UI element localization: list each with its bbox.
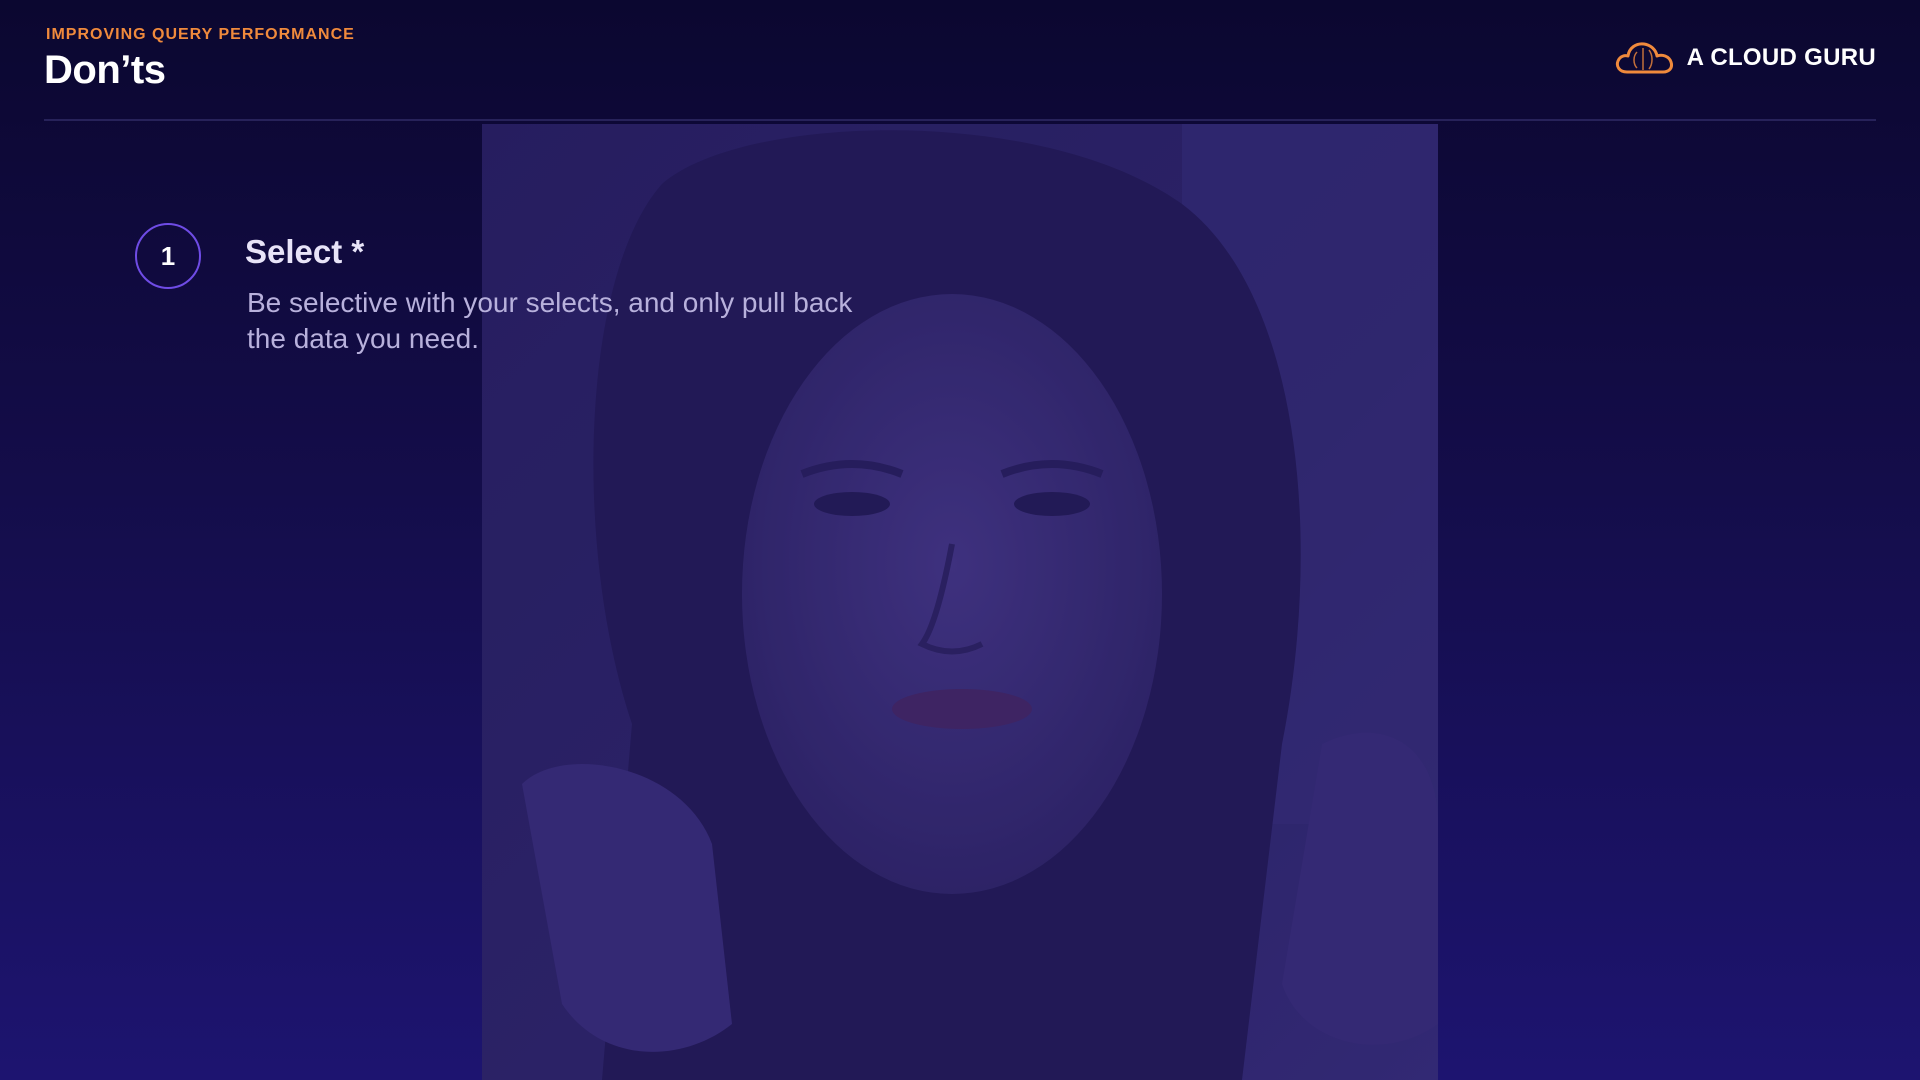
page-title: Don’ts (44, 48, 166, 92)
slide: IMPROVING QUERY PERFORMANCE Don’ts A CLO… (0, 0, 1920, 1080)
header-divider (44, 119, 1876, 121)
background-photo (482, 124, 1438, 1080)
item-description: Be selective with your selects, and only… (247, 287, 853, 354)
slide-header: IMPROVING QUERY PERFORMANCE Don’ts A CLO… (44, 26, 1876, 118)
brand-name: A CLOUD GURU (1686, 44, 1876, 71)
section-eyebrow: IMPROVING QUERY PERFORMANCE (46, 26, 355, 43)
item-number-badge: 1 (135, 223, 201, 289)
brand-logo: A CLOUD GURU (1613, 38, 1876, 78)
cloud-icon (1615, 42, 1673, 74)
photo-illustration (482, 124, 1438, 1080)
item-title: Select * (245, 233, 365, 270)
